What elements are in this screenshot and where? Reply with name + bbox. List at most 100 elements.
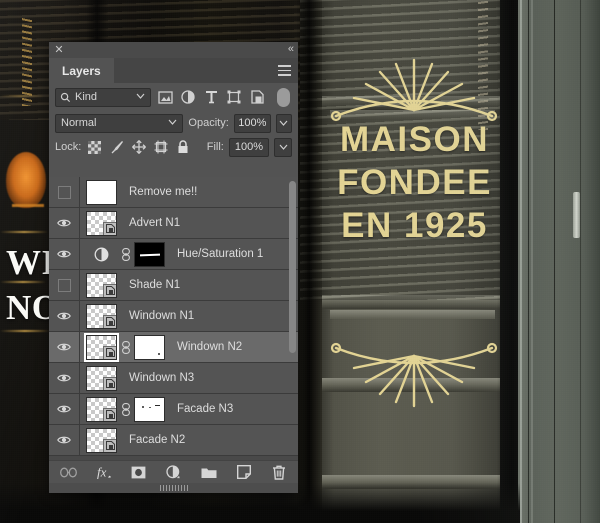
lock-image-pixels[interactable] xyxy=(108,139,125,156)
layer-thumbnail-cell[interactable]: Windown N1 xyxy=(80,303,195,329)
blend-mode-value: Normal xyxy=(61,117,97,129)
chevron-down-icon xyxy=(168,119,177,125)
smart-object-badge-icon xyxy=(103,283,116,297)
layer-thumbnail-cell[interactable]: Facade N2 xyxy=(80,427,186,453)
filter-adjustment-layers[interactable] xyxy=(179,88,197,106)
lock-position[interactable] xyxy=(130,139,147,156)
layer-thumbnail-cell[interactable]: Facade N3 xyxy=(80,396,234,422)
filter-pixel-layers[interactable] xyxy=(156,88,174,106)
layer-row[interactable]: Remove me!! xyxy=(49,177,298,208)
layer-thumbnail-cell[interactable]: Hue/Saturation 1 xyxy=(80,241,264,267)
layer-visibility-off-checkbox[interactable] xyxy=(49,270,80,300)
hamburger-menu-icon[interactable] xyxy=(278,65,291,76)
layer-name: Hue/Saturation 1 xyxy=(177,248,264,260)
lock-artboard-nesting[interactable] xyxy=(152,139,169,156)
layer-thumbnail[interactable] xyxy=(86,179,117,205)
new-group-button[interactable] xyxy=(200,463,218,481)
lock-all[interactable] xyxy=(174,139,191,156)
layer-thumbnail[interactable] xyxy=(86,210,117,236)
layer-visibility-eye-icon[interactable] xyxy=(49,332,80,362)
fill-stepper[interactable] xyxy=(274,137,292,157)
chevron-down-icon xyxy=(136,93,145,99)
layer-thumbnail[interactable] xyxy=(84,332,119,362)
layer-mask-thumbnail[interactable] xyxy=(134,241,165,267)
layer-name: Facade N2 xyxy=(129,434,186,446)
chevron-down-icon xyxy=(279,144,287,150)
panel-tabbar[interactable]: Layers xyxy=(49,58,298,83)
layer-row[interactable]: Hue/Saturation 1 xyxy=(49,239,298,270)
layer-thumbnail[interactable] xyxy=(86,396,117,422)
blend-mode-row[interactable]: Normal Opacity: 100% xyxy=(49,111,298,135)
opacity-stepper[interactable] xyxy=(275,113,292,133)
filter-type-layers[interactable] xyxy=(202,88,220,106)
layer-list-scrollbar[interactable] xyxy=(289,179,296,458)
layer-filter-bar[interactable]: Kind xyxy=(49,83,298,111)
new-layer-button[interactable] xyxy=(235,463,253,481)
layer-thumbnail[interactable] xyxy=(86,427,117,453)
fill-input[interactable]: 100% xyxy=(228,137,269,157)
layer-visibility-eye-icon[interactable] xyxy=(49,239,80,269)
link-layers-button[interactable] xyxy=(60,463,78,481)
layer-visibility-eye-icon[interactable] xyxy=(49,363,80,393)
layers-panel[interactable]: ✕ « Layers Kind Normal Opacity: 100% Loc… xyxy=(49,42,298,493)
layer-style-button[interactable]: fx xyxy=(95,463,113,481)
layer-thumbnail[interactable] xyxy=(86,365,117,391)
layer-row[interactable]: Facade N3 xyxy=(49,394,298,425)
layer-row[interactable]: Windown N3 xyxy=(49,363,298,394)
layer-row[interactable]: Windown N1 xyxy=(49,301,298,332)
search-icon xyxy=(60,92,71,102)
layer-name: Windown N1 xyxy=(129,310,195,322)
mask-link-icon[interactable] xyxy=(121,340,130,354)
sign-line-3: EN 1925 xyxy=(341,206,488,245)
tab-layers[interactable]: Layers xyxy=(49,58,114,83)
panel-resize-grip[interactable] xyxy=(49,483,298,493)
mask-link-icon[interactable] xyxy=(121,247,130,261)
layer-thumbnail-cell[interactable]: Shade N1 xyxy=(80,272,180,298)
sunburst-bottom-graphic xyxy=(330,342,498,408)
layer-name: Remove me!! xyxy=(129,186,198,198)
layer-thumbnail-cell[interactable]: Windown N3 xyxy=(80,365,194,391)
blend-mode-select[interactable]: Normal xyxy=(55,113,184,133)
scrollbar-thumb[interactable] xyxy=(289,181,296,353)
smart-object-badge-icon xyxy=(103,314,116,328)
panel-titlebar[interactable]: ✕ « xyxy=(49,42,298,58)
lock-row[interactable]: Lock: Fill: 100% xyxy=(49,135,298,159)
layer-visibility-eye-icon[interactable] xyxy=(49,301,80,331)
layer-mask-thumbnail[interactable] xyxy=(134,334,165,360)
layer-row[interactable]: Facade N2 xyxy=(49,425,298,456)
mask-link-icon[interactable] xyxy=(121,402,130,416)
layer-thumbnail-cell[interactable]: Advert N1 xyxy=(80,210,180,236)
layer-mask-thumbnail[interactable] xyxy=(134,396,165,422)
layer-thumbnail[interactable] xyxy=(86,272,117,298)
layer-row[interactable]: Windown N2 xyxy=(49,332,298,363)
layer-visibility-off-checkbox[interactable] xyxy=(49,177,80,207)
delete-layer-button[interactable] xyxy=(270,463,288,481)
fill-label: Fill: xyxy=(206,141,224,153)
sign-line-1: MAISON xyxy=(340,120,489,159)
layer-visibility-eye-icon[interactable] xyxy=(49,425,80,455)
filter-shape-layers[interactable] xyxy=(225,88,243,106)
layer-name: Facade N3 xyxy=(177,403,234,415)
lock-transparent-pixels[interactable] xyxy=(86,139,103,156)
filter-smart-objects[interactable] xyxy=(248,88,266,106)
add-layer-mask-button[interactable] xyxy=(130,463,148,481)
new-adjustment-layer-button[interactable] xyxy=(165,463,183,481)
layer-visibility-eye-icon[interactable] xyxy=(49,208,80,238)
layer-thumbnail-cell[interactable]: Windown N2 xyxy=(80,332,242,362)
layer-row[interactable]: Advert N1 xyxy=(49,208,298,239)
filter-enable-toggle[interactable] xyxy=(277,87,290,107)
double-chevron-left-icon[interactable]: « xyxy=(288,44,294,55)
filter-kind-select[interactable]: Kind xyxy=(55,87,151,107)
opacity-input[interactable]: 100% xyxy=(233,113,271,133)
layers-bottom-toolbar[interactable]: fx xyxy=(49,460,298,483)
hanging-coil-left xyxy=(22,16,32,106)
layer-thumbnail-cell[interactable]: Remove me!! xyxy=(80,179,198,205)
close-icon[interactable]: ✕ xyxy=(54,45,64,56)
layer-thumbnail[interactable] xyxy=(86,303,117,329)
layer-list[interactable]: Remove me!! Advert N1 Hue/Saturation 1 Shad… xyxy=(49,177,298,460)
layer-visibility-eye-icon[interactable] xyxy=(49,394,80,424)
layer-row[interactable]: Shade N1 xyxy=(49,270,298,301)
smart-object-badge-icon xyxy=(103,407,116,421)
smart-object-badge-icon xyxy=(103,345,116,359)
gold-sign-text: MAISON FONDEE EN 1925 xyxy=(322,118,507,247)
